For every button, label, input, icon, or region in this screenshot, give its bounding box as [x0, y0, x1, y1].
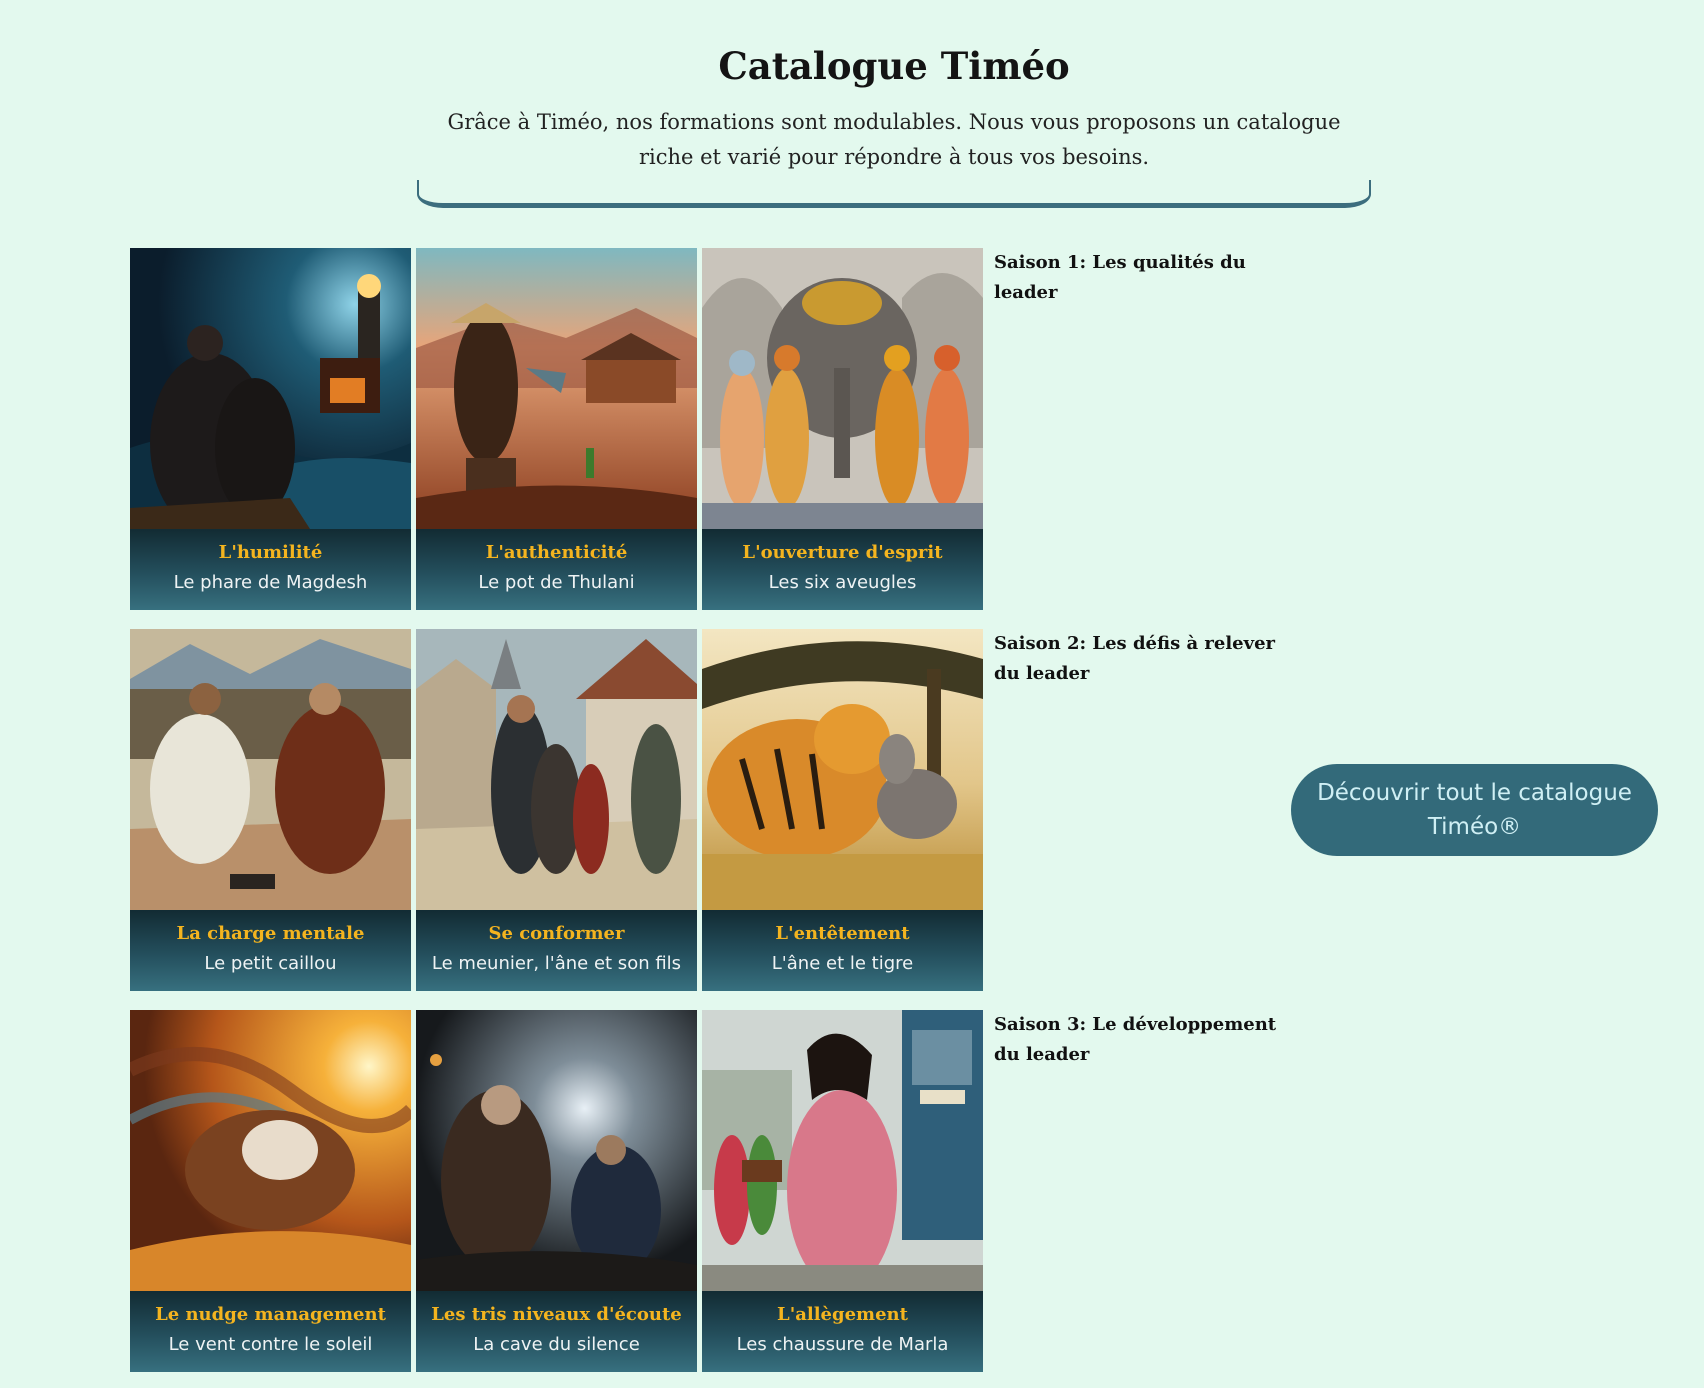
catalogue-header: Catalogue Timéo Grâce à Timéo, nos forma…	[417, 40, 1371, 175]
card-title: L'allègement	[777, 1304, 908, 1325]
card-subtitle: Le meunier, l'âne et son fils	[431, 953, 682, 974]
card-image-tiger-donkey	[702, 629, 983, 910]
season-1: L'humilité Le phare de Magdesh L'authent…	[130, 248, 1280, 610]
card-title: Les tris niveaux d'écoute	[431, 1304, 682, 1325]
card-authenticite[interactable]: L'authenticité Le pot de Thulani	[416, 248, 697, 610]
page-title: Catalogue Timéo	[718, 44, 1070, 88]
card-image-lighthouse	[130, 248, 411, 529]
card-image-watering	[416, 248, 697, 529]
card-allegement[interactable]: L'allègement Les chaussure de Marla	[702, 1010, 983, 1372]
card-image-cave	[416, 1010, 697, 1291]
card-charge-mentale[interactable]: La charge mentale Le petit caillou	[130, 629, 411, 991]
card-image-pebble	[130, 629, 411, 910]
card-caption: La charge mentale Le petit caillou	[130, 910, 411, 991]
card-caption: L'entêtement L'âne et le tigre	[702, 910, 983, 991]
season-label: Saison 3: Le développement du leader	[994, 1014, 1277, 1065]
card-image-elephant	[702, 248, 983, 529]
season-label: Saison 2: Les défis à relever du leader	[994, 633, 1276, 684]
card-nudge-management[interactable]: Le nudge management Le vent contre le so…	[130, 1010, 411, 1372]
card-image-miller-donkey	[416, 629, 697, 910]
card-caption: Se conformer Le meunier, l'âne et son fi…	[416, 910, 697, 991]
card-caption: L'ouverture d'esprit Les six aveugles	[702, 529, 983, 610]
card-image-wind-sun	[130, 1010, 411, 1291]
card-entetement[interactable]: L'entêtement L'âne et le tigre	[702, 629, 983, 991]
season-3: Le nudge management Le vent contre le so…	[130, 1010, 1280, 1372]
card-title: La charge mentale	[176, 923, 365, 944]
card-subtitle: Le petit caillou	[204, 953, 337, 974]
card-title: L'entêtement	[775, 923, 910, 944]
card-subtitle: Les six aveugles	[768, 572, 917, 593]
season-label: Saison 1: Les qualités du leader	[994, 252, 1246, 303]
card-caption: Le nudge management Le vent contre le so…	[130, 1291, 411, 1372]
page-subtitle: Grâce à Timéo, nos formations sont modul…	[447, 110, 1341, 169]
card-title: Se conformer	[488, 923, 625, 944]
card-ouverture-esprit[interactable]: L'ouverture d'esprit Les six aveugles	[702, 248, 983, 610]
card-image-train-woman	[702, 1010, 983, 1291]
card-se-conformer[interactable]: Se conformer Le meunier, l'âne et son fi…	[416, 629, 697, 991]
card-subtitle: Le pot de Thulani	[478, 572, 635, 593]
card-caption: L'authenticité Le pot de Thulani	[416, 529, 697, 610]
card-subtitle: La cave du silence	[473, 1334, 640, 1355]
card-caption: L'humilité Le phare de Magdesh	[130, 529, 411, 610]
card-humilite[interactable]: L'humilité Le phare de Magdesh	[130, 248, 411, 610]
card-subtitle: Le vent contre le soleil	[168, 1334, 373, 1355]
card-title: L'ouverture d'esprit	[742, 542, 943, 563]
card-subtitle: Les chaussure de Marla	[736, 1334, 949, 1355]
card-title: L'authenticité	[485, 542, 628, 563]
card-title: Le nudge management	[155, 1304, 386, 1325]
discover-catalogue-button[interactable]: Découvrir tout le catalogue Timéo®	[1291, 764, 1658, 856]
season-2: La charge mentale Le petit caillou Se co…	[130, 629, 1280, 991]
header-divider	[417, 180, 1371, 208]
card-caption: L'allègement Les chaussure de Marla	[702, 1291, 983, 1372]
card-title: L'humilité	[218, 542, 323, 563]
card-caption: Les tris niveaux d'écoute La cave du sil…	[416, 1291, 697, 1372]
card-subtitle: L'âne et le tigre	[771, 953, 914, 974]
card-niveaux-ecoute[interactable]: Les tris niveaux d'écoute La cave du sil…	[416, 1010, 697, 1372]
card-subtitle: Le phare de Magdesh	[173, 572, 368, 593]
